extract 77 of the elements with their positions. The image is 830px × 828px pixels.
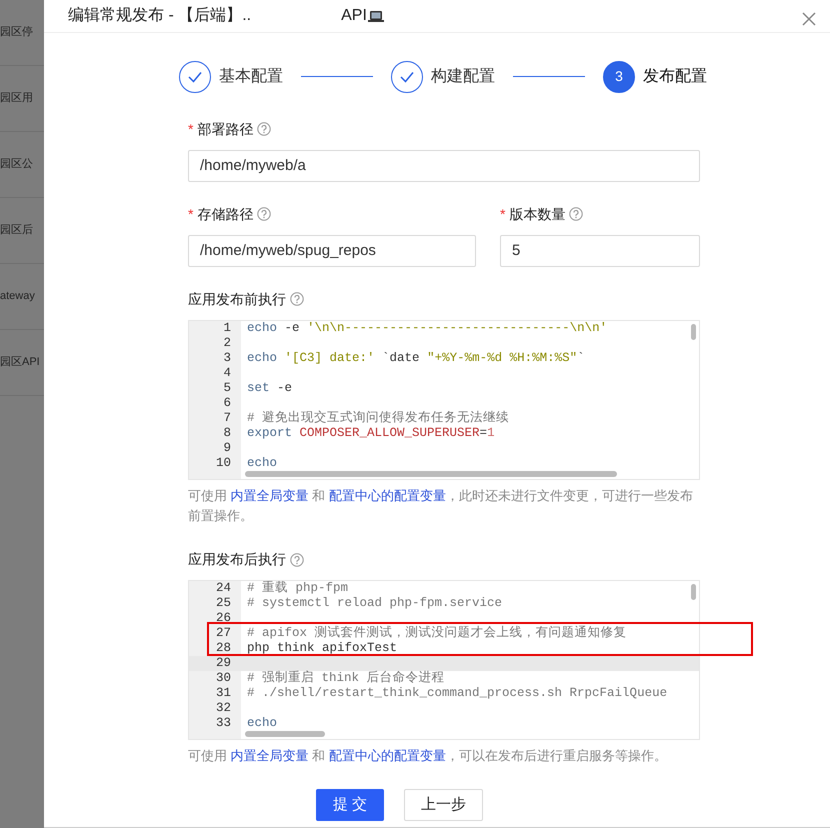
code-line: export COMPOSER_ALLOW_SUPERUSER=1 [247,426,495,440]
back-button[interactable]: 上一步 [404,789,484,821]
field-label: 应用发布前执行 [188,290,286,309]
help-link[interactable]: 配置中心的配置变量 [328,488,446,503]
line-number: 33 [216,716,231,730]
scrollbar[interactable] [691,584,696,600]
field-label: 应用发布后执行 [188,550,286,570]
input-field[interactable]: /home/myweb/a [188,150,700,182]
help-text: 可使用 内置全局变量 和 配置中心的配置变量，可以在发布后进行重启服务等操作。 [188,747,668,766]
code-line: # ./shell/restart_think_command_process.sh RrpcFailQueue [247,686,668,700]
help-link[interactable]: 内置全局变量 [230,748,309,764]
line-number: 7 [223,410,231,425]
step-number: 3 [603,60,635,93]
line-number: 31 [216,686,231,700]
line-number: 29 [216,656,231,670]
help-text: 可使用 内置全局变量 和 配置中心的配置变量，此时还未进行文件变更，可进行一些发布前置操作。 [188,486,694,526]
line-number: 26 [216,611,231,626]
step-label: 发布配置 [643,66,707,87]
code-line: # 强制重启 think 后台命令进程 [247,671,445,686]
sidebar-item[interactable]: 园区公 [0,156,33,173]
line-number: 27 [216,626,231,640]
line-number: 8 [223,426,231,440]
submit-button[interactable]: 提 交 [316,789,384,821]
required-mark: * [188,120,194,139]
sidebar-item[interactable]: 园区停 [0,24,33,41]
line-number: 6 [223,396,231,410]
help-icon [569,207,584,222]
line-number: 4 [223,366,231,380]
help-icon [257,207,272,222]
dialog-title: 编辑常规发布 - 【后端】.. [68,6,252,26]
title-text: API [341,6,367,26]
line-number: 3 [223,350,231,365]
code-line: # apifox 测试套件测试，测试没问题才会上线，有问题通知修复 [247,626,627,640]
line-number: 2 [223,336,231,350]
sidebar-item[interactable]: 园区API [0,354,40,371]
sidebar-item[interactable]: ateway [0,288,35,305]
code-line: echo [247,716,278,730]
code-line: echo '[C3] date:' `date "+%Y-%m-%d %H:%M:%S"` [247,350,585,365]
line-number: 10 [216,456,231,470]
help-icon [290,552,304,567]
input-field[interactable]: 5 [500,234,700,267]
step-label: 基本配置 [219,66,283,87]
scrollbar[interactable] [245,470,617,477]
code-line: set -e [247,380,292,395]
connector-line [301,76,373,78]
line-number: 28 [216,641,231,656]
laptop-icon [366,8,385,23]
line-number: 5 [223,380,231,395]
help-icon [290,292,304,306]
code-editor[interactable] [188,580,700,740]
code-editor[interactable]: 1 2 3 4 5 6 7 8 9 10 echo -e '\n\n------------------------------\n\n' echo '[C3] date:' `date "+%Y-%m-%d %H:%M:%S"` set -e # 避免出现交互式询问使得发布任务无法继续 export COMPOSER_ALLOW_SUPERUSER=1 echo [188,320,700,480]
code-line: php think apifoxTest [247,641,398,656]
input-field[interactable]: /home/myweb/spug_repos [188,234,476,267]
sidebar-item[interactable]: 园区后 [0,222,33,239]
field-label: 版本数量 [509,204,566,224]
scrollbar[interactable] [245,731,325,738]
code-line: echo -e '\n\n------------------------------\n\n' [247,320,608,335]
sidebar-item[interactable]: 园区用 [0,90,33,107]
line-number: 24 [216,581,231,596]
code-line: # 避免出现交互式询问使得发布任务无法继续 [247,410,510,425]
step-label: 构建配置 [431,66,495,87]
required-mark: * [500,204,506,224]
help-icon [257,122,272,136]
line-number: 25 [216,596,231,610]
scrollbar[interactable] [691,324,696,340]
connector-line [513,76,585,78]
help-link[interactable]: 内置全局变量 [230,488,309,503]
field-label: 部署路径 [197,120,254,139]
line-number: 32 [216,701,231,716]
required-mark: * [188,204,194,224]
line-number: 1 [223,320,231,335]
line-number: 9 [223,440,231,455]
line-number: 30 [216,671,231,686]
help-link[interactable]: 配置中心的配置变量 [328,748,446,764]
field-label: 存储路径 [197,204,254,224]
code-line: # systemctl reload php-fpm.service [247,596,502,610]
code-line: echo [247,456,278,470]
